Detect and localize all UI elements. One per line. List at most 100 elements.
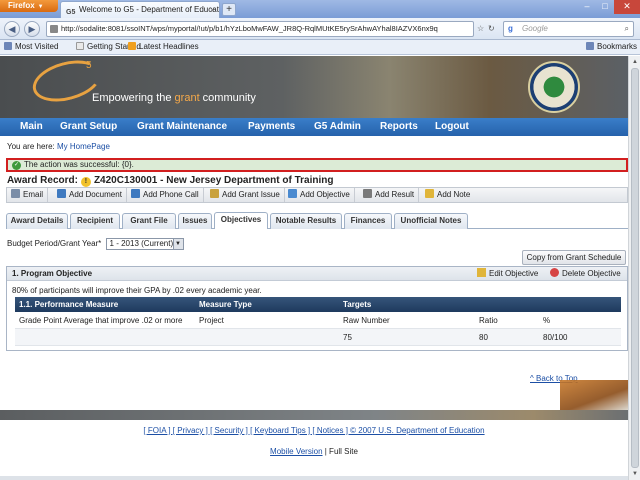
tab-objectives[interactable]: Objectives bbox=[214, 212, 268, 229]
document-icon bbox=[57, 189, 66, 198]
phone-icon bbox=[131, 189, 140, 198]
add-document-button[interactable]: Add Document bbox=[57, 188, 127, 202]
menu-g5-admin[interactable]: G5 Admin bbox=[314, 118, 361, 136]
tab-issues[interactable]: Issues bbox=[178, 213, 212, 229]
success-text: The action was successful: {0}. bbox=[24, 160, 134, 169]
add-objective-button[interactable]: Add Objective bbox=[288, 188, 355, 202]
chevron-down-icon[interactable]: ▼ bbox=[172, 239, 183, 249]
bookmarks-menu[interactable]: Bookmarks bbox=[586, 40, 637, 54]
menu-grant-setup[interactable]: Grant Setup bbox=[60, 118, 117, 136]
budget-period-select[interactable]: 1 - 2013 (Current) ▼ bbox=[105, 238, 184, 250]
mobile-version-link[interactable]: Mobile Version bbox=[270, 447, 322, 456]
add-result-button[interactable]: Add Result bbox=[363, 188, 420, 202]
maximize-icon[interactable]: □ bbox=[596, 0, 614, 14]
forward-arrow-icon[interactable]: ▶ bbox=[24, 21, 40, 37]
tab-notable-results[interactable]: Notable Results bbox=[270, 213, 342, 229]
site-banner: 5 Empowering the grant community bbox=[0, 56, 628, 118]
menu-payments[interactable]: Payments bbox=[248, 118, 295, 136]
budget-period-selector: Budget Period/Grant Year* 1 - 2013 (Curr… bbox=[7, 238, 184, 250]
footer-links: [ FOIA ] [ Privacy ] [ Security ] [ Keyb… bbox=[0, 426, 628, 435]
program-objective-panel: 1. Program Objective Edit Objective Dele… bbox=[6, 266, 628, 351]
table-row: Grade Point Average that improve .02 or … bbox=[15, 312, 621, 329]
note-icon bbox=[425, 189, 434, 198]
scroll-up-icon[interactable]: ▲ bbox=[630, 57, 640, 67]
search-input[interactable]: g Google ⌕ bbox=[503, 21, 634, 37]
menu-main[interactable]: Main bbox=[20, 118, 43, 136]
window-controls: – □ ✕ bbox=[578, 0, 640, 14]
search-placeholder: Google bbox=[522, 24, 548, 33]
delete-objective-label: Delete Objective bbox=[562, 269, 621, 278]
menu-logout[interactable]: Logout bbox=[435, 118, 469, 136]
award-number: Z420C130001 - New Jersey Department of T… bbox=[93, 175, 334, 186]
check-icon: ✓ bbox=[12, 161, 21, 170]
delete-icon bbox=[550, 268, 559, 277]
reload-icon[interactable]: ↻ bbox=[488, 21, 495, 37]
edit-objective-button[interactable]: Edit Objective bbox=[477, 267, 538, 280]
bookmark-latest-headlines[interactable]: Latest Headlines bbox=[128, 40, 199, 54]
tab-finances[interactable]: Finances bbox=[344, 213, 392, 229]
star-icon[interactable]: ☆ bbox=[477, 21, 484, 37]
table-header: 1.1. Performance Measure Measure Type Ta… bbox=[15, 297, 621, 312]
email-label: Email bbox=[23, 190, 44, 199]
percent-value: 80/100 bbox=[543, 333, 568, 342]
objective-icon bbox=[288, 189, 297, 198]
tab-unofficial-notes[interactable]: Unofficial Notes bbox=[394, 213, 468, 229]
tab-recipient[interactable]: Recipient bbox=[70, 213, 120, 229]
footer-links-text[interactable]: [ FOIA ] [ Privacy ] [ Security ] [ Keyb… bbox=[143, 426, 484, 435]
add-objective-label: Add Objective bbox=[300, 190, 350, 199]
email-button[interactable]: Email bbox=[11, 188, 49, 202]
search-icon[interactable]: ⌕ bbox=[625, 22, 629, 36]
bottom-strip bbox=[0, 476, 628, 480]
table-row: 75 80 80/100 bbox=[15, 329, 621, 346]
breadcrumb-link-home[interactable]: My HomePage bbox=[57, 142, 110, 151]
column-header-targets: Targets bbox=[343, 300, 372, 309]
result-icon bbox=[363, 189, 372, 198]
objective-title: 1. Program Objective bbox=[12, 269, 93, 278]
tab-grant-file[interactable]: Grant File bbox=[122, 213, 176, 229]
action-toolbar: Email Add Document Add Phone Call Add Gr… bbox=[6, 187, 628, 203]
main-menu: Main Grant Setup Grant Maintenance Payme… bbox=[0, 118, 628, 136]
menu-reports[interactable]: Reports bbox=[380, 118, 418, 136]
award-record-title: Award Record:! Z420C130001 - New Jersey D… bbox=[7, 175, 334, 187]
bookmarks-toolbar: Most Visited Getting Started Latest Head… bbox=[0, 40, 640, 55]
raw-number-label: Raw Number bbox=[343, 316, 390, 325]
tab-award-details[interactable]: Award Details bbox=[6, 213, 68, 229]
add-grant-issue-button[interactable]: Add Grant Issue bbox=[210, 188, 285, 202]
copy-from-grant-schedule-button[interactable]: Copy from Grant Schedule bbox=[522, 250, 626, 265]
measure-name: Grade Point Average that improve .02 or … bbox=[19, 316, 183, 325]
pencil-icon bbox=[477, 268, 486, 277]
chevron-down-icon: ▼ bbox=[37, 4, 44, 10]
bookmark-folder-icon bbox=[4, 42, 12, 50]
add-phone-call-label: Add Phone Call bbox=[143, 190, 199, 199]
site-identity-icon[interactable] bbox=[50, 25, 58, 33]
award-label: Award Record: bbox=[7, 175, 78, 186]
budget-period-label: Budget Period/Grant Year* bbox=[7, 239, 102, 249]
firefox-menu-button[interactable]: Firefox ▼ bbox=[0, 0, 58, 12]
firefox-menu-label: Firefox bbox=[8, 1, 35, 10]
department-seal-logo bbox=[528, 61, 580, 113]
scrollbar-thumb[interactable] bbox=[631, 68, 639, 468]
success-message: ✓ The action was successful: {0}. bbox=[6, 158, 628, 172]
minimize-icon[interactable]: – bbox=[578, 0, 596, 14]
bookmark-most-visited[interactable]: Most Visited bbox=[4, 40, 58, 54]
close-window-icon[interactable]: ✕ bbox=[614, 0, 640, 14]
add-note-button[interactable]: Add Note bbox=[425, 188, 474, 202]
g5-favicon-icon: G5 bbox=[66, 9, 76, 16]
scroll-down-icon[interactable]: ▼ bbox=[630, 469, 640, 479]
menu-grant-maintenance[interactable]: Grant Maintenance bbox=[137, 118, 227, 136]
add-result-label: Add Result bbox=[375, 190, 415, 199]
add-note-label: Add Note bbox=[437, 190, 471, 199]
performance-measure-table: 1.1. Performance Measure Measure Type Ta… bbox=[15, 297, 621, 346]
add-phone-call-button[interactable]: Add Phone Call bbox=[131, 188, 204, 202]
warning-icon: ! bbox=[80, 177, 91, 187]
browser-tab[interactable]: G5 Welcome to G5 - Department of Educati… bbox=[60, 1, 220, 18]
tagline-highlight: grant bbox=[174, 92, 200, 104]
delete-objective-button[interactable]: Delete Objective bbox=[550, 267, 621, 280]
back-arrow-icon[interactable]: ◀ bbox=[4, 21, 20, 37]
new-tab-button[interactable]: + bbox=[222, 3, 236, 16]
url-bar[interactable]: http://sodalite:8081/ssoINT/wps/myportal… bbox=[46, 21, 474, 37]
browser-tab-title: Welcome to G5 - Department of Educati... bbox=[79, 5, 220, 14]
page-scrollbar[interactable]: ▲ ▼ bbox=[628, 56, 640, 480]
award-tabs: Award Details Recipient Grant File Issue… bbox=[6, 211, 628, 229]
close-tab-icon[interactable]: × bbox=[210, 2, 215, 18]
